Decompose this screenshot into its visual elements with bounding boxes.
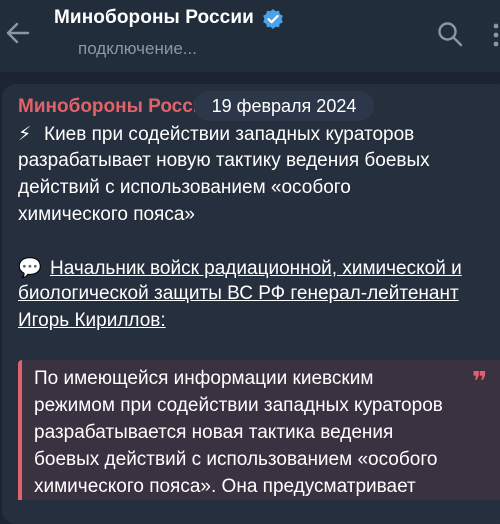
verified-badge-icon [263, 9, 283, 29]
message-sender[interactable]: Минобороны России [18, 96, 216, 118]
quote-block: ❞ По имеющейся информации киевским режим… [18, 360, 500, 500]
speaker-line-2[interactable]: биологической защиты ВС РФ генерал-лейте… [18, 283, 459, 305]
channel-title[interactable]: Минобороны России [54, 7, 254, 29]
speaker-line-3[interactable]: Игорь Кириллов: [18, 310, 166, 332]
connection-status: подключение... [78, 39, 197, 58]
headline-line-2: разрабатывает новую тактику ведения боев… [18, 150, 430, 171]
headline-line-4: химического пояса» [18, 204, 195, 225]
date-separator: 19 февраля 2024 [194, 91, 374, 121]
search-button[interactable] [436, 20, 464, 48]
quote-line-4: боевых действий с использованием «особог… [34, 449, 438, 470]
headline-line-1: ⚡ Киев при содействии западных кураторов [18, 124, 415, 145]
quote-line-1: По имеющейся информации киевским [34, 368, 374, 389]
back-arrow-icon [6, 22, 30, 44]
quote-bar [18, 360, 22, 500]
more-vertical-icon [493, 23, 499, 47]
search-icon [438, 22, 463, 47]
lightning-icon: ⚡ [18, 124, 32, 145]
speech-bubble-icon: 💬 [18, 258, 42, 279]
headline-line-3: действий с использованием «особого [18, 177, 351, 198]
quote-mark-icon: ❞ [472, 366, 488, 396]
quote-line-3: разрабатывается новая тактика ведения [34, 422, 394, 443]
quote-line-2: режимом при содействии западных кураторо… [34, 395, 443, 416]
speaker-link[interactable]: Начальник войск радиационной, химической… [50, 258, 462, 279]
back-button[interactable] [4, 18, 32, 48]
more-options-button[interactable] [484, 20, 500, 50]
quote-line-5: химического пояса». Она предусматривает [34, 476, 416, 497]
speaker-line-1: 💬 Начальник войск радиационной, химическо… [18, 256, 462, 280]
chat-header: Минобороны России подключение... [0, 0, 500, 72]
